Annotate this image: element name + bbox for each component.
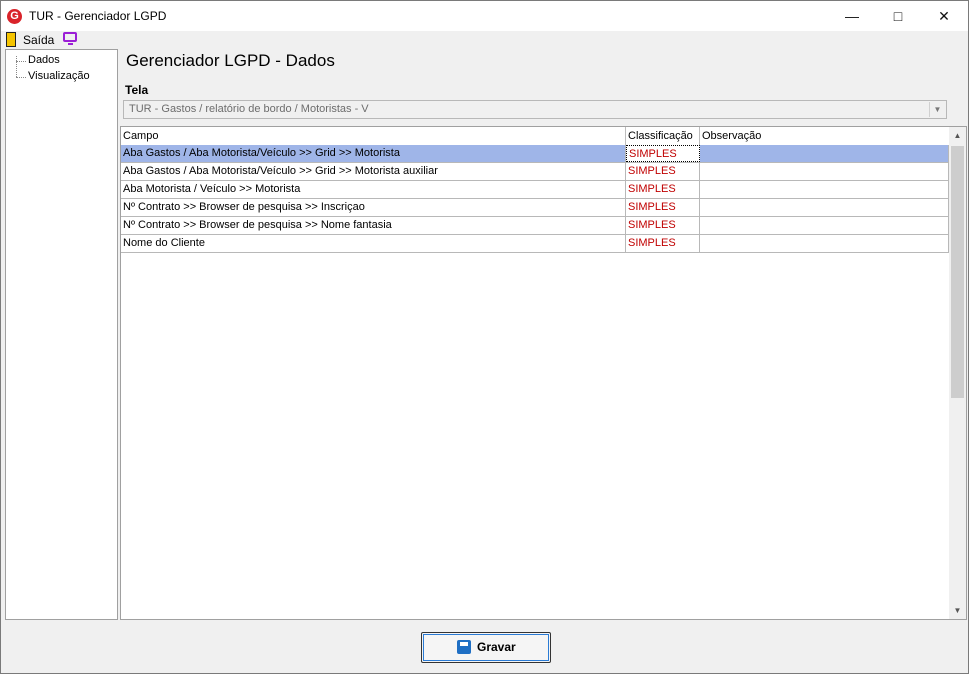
maximize-button[interactable]: □	[875, 1, 921, 31]
table-row[interactable]: Nome do Cliente SIMPLES	[121, 235, 949, 253]
cell-observacao[interactable]	[700, 145, 949, 162]
close-button[interactable]: ✕	[921, 1, 967, 31]
tela-select-value: TUR - Gastos / relatório de bordo / Moto…	[129, 103, 369, 115]
cell-classificacao[interactable]: SIMPLES	[626, 145, 700, 162]
cell-observacao[interactable]	[700, 181, 949, 198]
monitor-stand-icon	[68, 43, 73, 45]
floppy-disk-icon	[457, 640, 471, 654]
tree-connector	[16, 77, 26, 78]
table-row[interactable]: Nº Contrato >> Browser de pesquisa >> No…	[121, 217, 949, 235]
app-logo-icon: G	[7, 9, 22, 24]
cell-campo[interactable]: Aba Gastos / Aba Motorista/Veículo >> Gr…	[121, 145, 626, 162]
scroll-up-icon[interactable]: ▲	[949, 127, 966, 144]
cell-observacao[interactable]	[700, 163, 949, 180]
scroll-thumb[interactable]	[951, 146, 964, 398]
chevron-down-icon[interactable]: ▼	[929, 102, 945, 117]
window-title: TUR - Gerenciador LGPD	[29, 9, 167, 23]
cell-classificacao[interactable]: SIMPLES	[626, 199, 700, 216]
tree-connector	[16, 56, 17, 77]
table-row[interactable]: Nº Contrato >> Browser de pesquisa >> In…	[121, 199, 949, 217]
save-button[interactable]: Gravar	[421, 632, 551, 663]
vertical-scrollbar[interactable]: ▲ ▼	[949, 127, 966, 619]
cell-classificacao[interactable]: SIMPLES	[626, 217, 700, 234]
column-header-observacao[interactable]: Observação	[700, 127, 950, 145]
exit-menu-item[interactable]: Saída	[23, 33, 54, 47]
cell-campo[interactable]: Nº Contrato >> Browser de pesquisa >> In…	[121, 199, 626, 216]
cell-campo[interactable]: Aba Motorista / Veículo >> Motorista	[121, 181, 626, 198]
cell-classificacao[interactable]: SIMPLES	[626, 163, 700, 180]
exit-door-icon[interactable]	[6, 32, 16, 47]
menu-bar	[1, 31, 968, 49]
column-header-campo[interactable]: Campo	[121, 127, 626, 145]
table-row[interactable]: Aba Motorista / Veículo >> Motorista SIM…	[121, 181, 949, 199]
cell-campo[interactable]: Nome do Cliente	[121, 235, 626, 252]
cell-classificacao[interactable]: SIMPLES	[626, 181, 700, 198]
scroll-down-icon[interactable]: ▼	[949, 602, 966, 619]
navigation-tree: Dados Visualização	[5, 49, 118, 620]
save-button-label: Gravar	[477, 640, 516, 654]
tela-select[interactable]: TUR - Gastos / relatório de bordo / Moto…	[123, 100, 947, 119]
cell-campo[interactable]: Nº Contrato >> Browser de pesquisa >> No…	[121, 217, 626, 234]
grid-header: Campo Classificação Observação	[121, 127, 950, 146]
cell-observacao[interactable]	[700, 217, 949, 234]
tela-label: Tela	[125, 83, 149, 97]
table-row[interactable]: Aba Gastos / Aba Motorista/Veículo >> Gr…	[121, 163, 949, 181]
cell-observacao[interactable]	[700, 199, 949, 216]
page-title: Gerenciador LGPD - Dados	[126, 51, 335, 70]
tree-item-dados[interactable]: Dados	[28, 54, 60, 66]
tree-item-visualizacao[interactable]: Visualização	[28, 70, 90, 82]
main-window: G TUR - Gerenciador LGPD — □ ✕ Saída Dad…	[0, 0, 969, 674]
cell-campo[interactable]: Aba Gastos / Aba Motorista/Veículo >> Gr…	[121, 163, 626, 180]
monitor-icon[interactable]	[63, 32, 77, 42]
data-grid: Campo Classificação Observação Aba Gasto…	[120, 126, 967, 620]
column-header-classificacao[interactable]: Classificação	[626, 127, 700, 145]
table-row[interactable]: Aba Gastos / Aba Motorista/Veículo >> Gr…	[121, 145, 949, 163]
title-bar: G TUR - Gerenciador LGPD — □ ✕	[1, 1, 968, 31]
minimize-button[interactable]: —	[829, 1, 875, 31]
cell-classificacao[interactable]: SIMPLES	[626, 235, 700, 252]
cell-observacao[interactable]	[700, 235, 949, 252]
tree-connector	[16, 61, 26, 62]
